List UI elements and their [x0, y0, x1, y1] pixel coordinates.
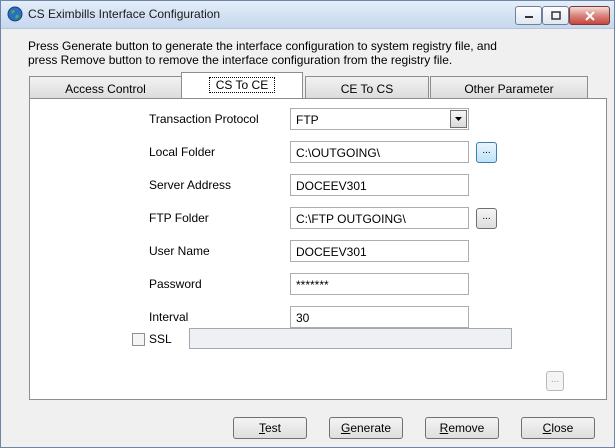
password-label: Password — [149, 277, 202, 291]
local-folder-browse-button[interactable]: ... — [476, 142, 497, 163]
ssl-certificate-input — [189, 328, 512, 349]
main-window: CS Eximbills Interface Configuration Pre… — [0, 0, 615, 448]
tab-other-parameter[interactable]: Other Parameter — [430, 76, 588, 98]
remove-mnemonic: R — [439, 421, 449, 435]
local-folder-label: Local Folder — [149, 145, 216, 159]
maximize-icon — [550, 11, 561, 20]
server-address-label: Server Address — [149, 178, 232, 192]
user-name-input[interactable]: DOCEEV301 — [290, 240, 469, 262]
dialog-body: Press Generate button to generate the in… — [9, 29, 607, 441]
instructions-text: Press Generate button to generate the in… — [28, 39, 497, 67]
ftp-folder-label: FTP Folder — [149, 211, 209, 225]
password-input[interactable]: ******* — [290, 273, 469, 295]
ftp-folder-browse-button[interactable]: ... — [476, 208, 497, 229]
tab-ce-to-cs[interactable]: CE To CS — [305, 76, 429, 98]
tab-label: CS To CE — [208, 77, 276, 93]
globe-icon — [7, 6, 23, 22]
generate-mnemonic: G — [340, 421, 351, 435]
instructions-line-2: press Remove button to remove the interf… — [28, 53, 453, 67]
protocol-label: Transaction Protocol — [149, 112, 259, 126]
tab-label: Access Control — [65, 82, 146, 96]
close-label: lose — [551, 421, 574, 435]
window-title: CS Eximbills Interface Configuration — [28, 7, 221, 21]
local-folder-input[interactable]: C:\OUTGOING\ — [290, 141, 469, 163]
tab-panel-cs-to-ce: Transaction Protocol FTP Local Folder C:… — [29, 98, 607, 400]
tab-label: Other Parameter — [464, 82, 554, 96]
protocol-value: FTP — [296, 113, 319, 127]
instructions-line-1: Press Generate button to generate the in… — [28, 39, 497, 53]
chevron-down-icon — [455, 117, 462, 121]
tab-cs-to-ce[interactable]: CS To CE — [181, 72, 303, 99]
test-label: est — [264, 421, 281, 435]
minimize-button[interactable] — [515, 6, 542, 25]
ssl-checkbox[interactable] — [132, 333, 145, 346]
remove-button[interactable]: Remove — [425, 417, 499, 439]
generate-button[interactable]: Generate — [329, 417, 403, 439]
tab-label: CE To CS — [340, 82, 394, 96]
title-bar[interactable]: CS Eximbills Interface Configuration — [1, 1, 614, 29]
server-address-input[interactable]: DOCEEV301 — [290, 174, 469, 196]
maximize-button[interactable] — [542, 6, 569, 25]
generate-label: enerate — [350, 421, 392, 435]
close-window-button[interactable] — [569, 6, 610, 25]
close-icon — [584, 10, 595, 21]
ftp-folder-input[interactable]: C:\FTP OUTGOING\ — [290, 207, 469, 229]
protocol-select[interactable]: FTP — [290, 108, 469, 130]
ssl-label[interactable]: SSL — [149, 332, 172, 346]
interval-input[interactable]: 30 — [290, 306, 469, 328]
dropdown-button[interactable] — [450, 110, 467, 128]
user-name-label: User Name — [149, 244, 210, 258]
close-button[interactable]: Close — [521, 417, 595, 439]
tab-access-control[interactable]: Access Control — [29, 76, 182, 98]
interval-label: Interval — [149, 310, 189, 324]
minimize-icon — [524, 15, 533, 18]
ssl-browse-button: ... — [546, 371, 564, 391]
remove-label: emove — [448, 421, 485, 435]
test-button[interactable]: Test — [233, 417, 307, 439]
